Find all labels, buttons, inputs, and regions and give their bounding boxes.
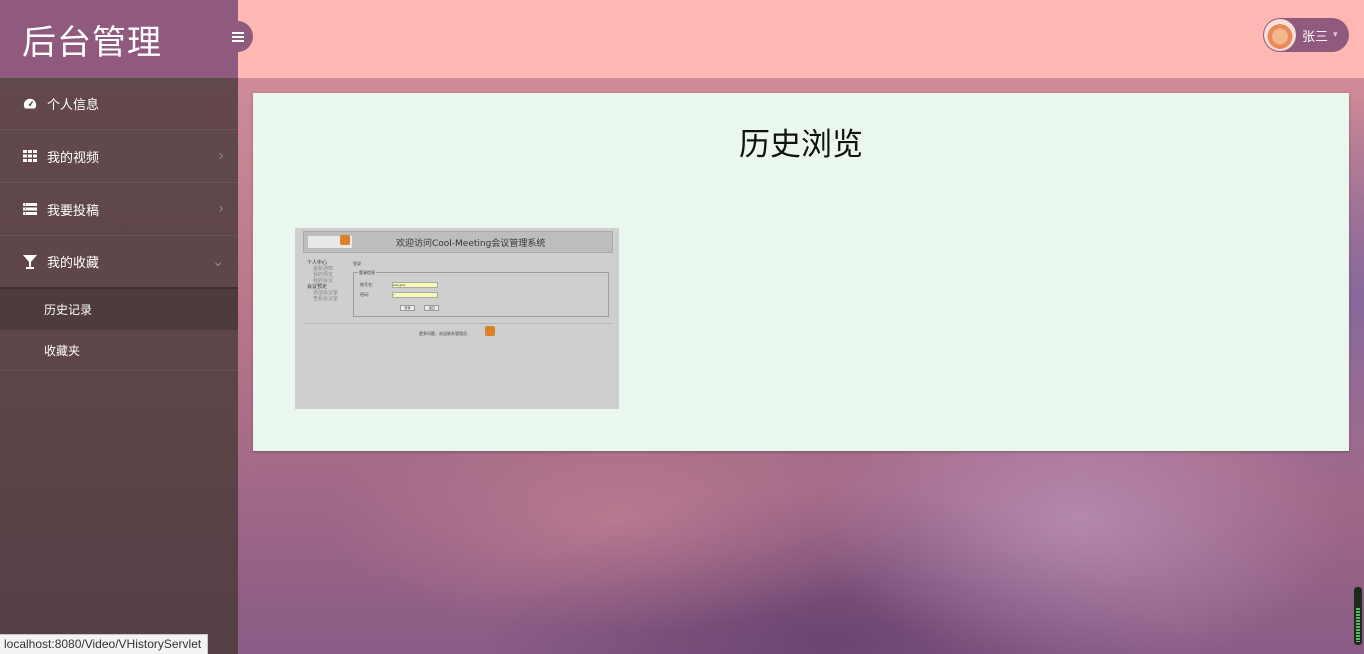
grid-icon [22, 148, 38, 164]
thumbnail-password-label: 密码: [360, 292, 370, 297]
chevron-down-icon: ⌄ [212, 253, 224, 270]
logo-mark-icon [340, 235, 350, 245]
hamburger-menu-icon [231, 27, 244, 46]
thumbnail-username-field: wangshi [392, 282, 438, 288]
thumbnail-username-label: 账号名: [360, 282, 374, 287]
sidebar-item-profile[interactable]: 个人信息 [0, 78, 238, 130]
sidebar-item-label: 个人信息 [47, 98, 100, 113]
sidebar-item-my-videos[interactable]: 我的视频 › [0, 130, 238, 183]
volume-meter-fill [1356, 608, 1360, 642]
list-icon [22, 201, 38, 217]
sidebar-subitem-collections[interactable]: 收藏夹 [0, 330, 238, 371]
sidebar-subitem-history[interactable]: 历史记录 [0, 289, 238, 330]
thumbnail-login-button: 登录 [400, 305, 415, 311]
chevron-right-icon: › [218, 148, 224, 164]
dashboard-icon [22, 96, 38, 112]
thumbnail-divider [303, 323, 613, 324]
thumbnail-form-legend: 登录信息 [358, 270, 376, 276]
thumbnail-breadcrumb: 登录 [353, 261, 361, 266]
thumbnail-header: 欢迎访问Cool-Meeting会议管理系统 [303, 231, 613, 253]
browser-status-url: localhost:8080/Video/VHistoryServlet [0, 634, 209, 654]
sidebar-toggle-button[interactable] [222, 21, 253, 52]
thumbnail-title: 欢迎访问Cool-Meeting会议管理系统 [396, 239, 546, 249]
thumbnail-login-form: 登录信息 账号名: wangshi 密码: * 登录 返回 [353, 270, 609, 317]
thumbnail-footer: 更多问题，欢迎联系管理员 [419, 331, 467, 336]
caret-down-icon: ▾ [1333, 30, 1338, 40]
top-header: 张三 ▾ [238, 0, 1364, 78]
sidebar-item-favorites[interactable]: 我的收藏 ⌄ [0, 236, 238, 289]
sidebar-item-label: 我的视频 [47, 150, 100, 166]
history-video-thumbnail[interactable]: 欢迎访问Cool-Meeting会议管理系统 个人中心 最新通知 我的预定 我的… [295, 228, 619, 409]
app-logo-title: 后台管理 [0, 0, 238, 78]
sidebar-item-label: 我要投稿 [47, 203, 100, 219]
user-name: 张三 [1302, 29, 1329, 45]
sidebar-item-label: 我的收藏 [47, 256, 100, 271]
thumbnail-side-links: 个人中心 最新通知 我的预定 我的会议 会议预定 添加会议室 查看会议室 [307, 260, 338, 302]
page-title: 历史浏览 [739, 127, 863, 163]
cocktail-glass-icon [22, 254, 38, 270]
avatar [1264, 19, 1296, 51]
footer-logo-icon [485, 326, 495, 336]
chevron-right-icon: › [218, 201, 224, 217]
thumbnail-side-link: 查看会议室 [313, 296, 339, 302]
volume-meter-widget[interactable] [1354, 587, 1362, 645]
content-panel: 历史浏览 欢迎访问Cool-Meeting会议管理系统 个人中心 最新通知 我的… [253, 93, 1349, 451]
thumbnail-reset-button: 返回 [424, 305, 439, 311]
user-menu-button[interactable]: 张三 ▾ [1263, 18, 1349, 52]
thumbnail-password-field: * [392, 292, 438, 298]
sidebar: 后台管理 个人信息 我的视频 › 我要投稿 › 我的收藏 ⌄ 历史记录 收藏夹 [0, 0, 238, 654]
sidebar-item-submit[interactable]: 我要投稿 › [0, 183, 238, 236]
